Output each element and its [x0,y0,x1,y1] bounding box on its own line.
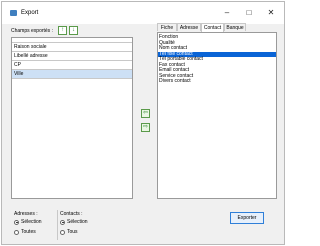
remove-field-button[interactable]: ⇨ [141,123,150,132]
arrow-down-icon: ↓ [72,27,75,33]
list-item[interactable]: Raison sociale [12,43,132,52]
tab-fiche[interactable]: Fiche [157,23,177,31]
radio-label: Tous [67,229,78,235]
radio-unchecked-icon [60,229,65,235]
list-item[interactable]: Divers contact [158,78,276,85]
tab-adresse[interactable]: Adresse [177,23,201,31]
radio-unchecked-icon [14,229,19,235]
contacts-tous-radio[interactable]: Tous [60,229,78,235]
maximize-icon[interactable]: □ [242,7,256,19]
adresses-selection-radio[interactable]: Sélection [14,219,42,225]
exported-fields-list[interactable]: Raison sociale Libellé adresse CP Ville [11,37,133,199]
radio-checked-icon [14,219,19,225]
arrow-right-icon: ⇨ [142,124,149,130]
adresses-label: Adresses : [14,211,38,217]
exported-fields-label: Champs exportés : [11,28,53,34]
contacts-selection-radio[interactable]: Sélection [60,219,88,225]
app-icon [10,10,17,16]
radio-label: Toutes [21,229,36,235]
close-icon[interactable]: ✕ [264,7,278,19]
move-down-button[interactable]: ↓ [69,26,78,35]
arrow-left-icon: ⇦ [142,110,149,116]
add-field-button[interactable]: ⇦ [141,109,150,118]
list-item[interactable]: Libellé adresse [12,52,132,61]
arrow-up-icon: ↑ [61,27,64,33]
radio-label: Sélection [21,219,42,225]
available-fields-list[interactable]: Fonction Qualité Nom contact Tél fixe co… [157,32,277,199]
list-item[interactable]: CP [12,61,132,70]
move-up-button[interactable]: ↑ [58,26,67,35]
adresses-toutes-radio[interactable]: Toutes [14,229,36,235]
window-title: Export [21,10,39,16]
group-divider [57,210,58,240]
export-dialog: Export – □ ✕ Champs exportés : ↑ ↓ Raiso… [1,1,285,245]
list-item[interactable]: Ville [12,70,132,79]
export-button[interactable]: Exporter [230,212,264,224]
tab-contact[interactable]: Contact [201,23,224,32]
contacts-label: Contacts : [60,211,83,217]
tab-banque[interactable]: Banque [224,23,246,31]
title-bar: Export – □ ✕ [2,2,284,24]
radio-checked-icon [60,219,65,225]
radio-label: Sélection [67,219,88,225]
minimize-icon[interactable]: – [220,7,234,19]
